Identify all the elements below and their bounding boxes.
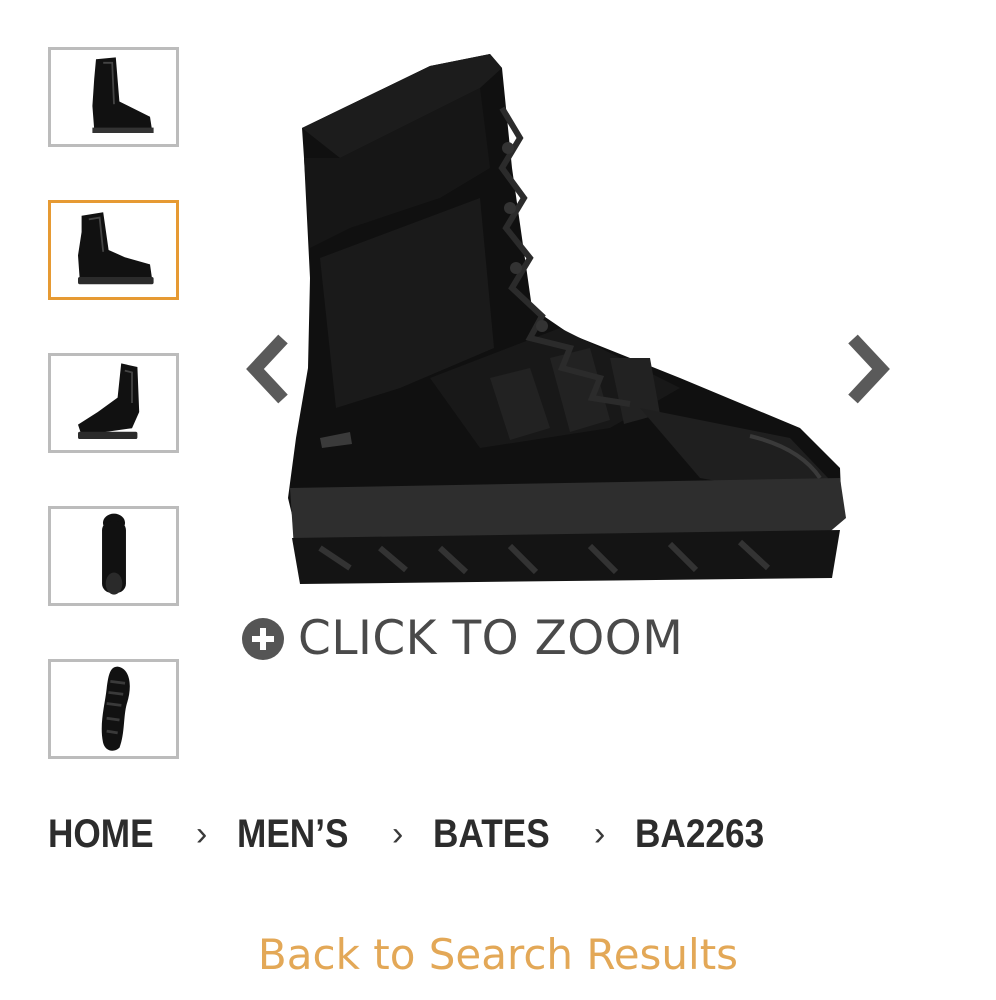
breadcrumb-bates[interactable]: BATES: [433, 812, 550, 857]
thumbnail-top-view[interactable]: [48, 506, 179, 606]
boot-sole-image: [101, 666, 130, 751]
thumbnail-angle-view[interactable]: [48, 200, 179, 300]
breadcrumb-separator-icon: ›: [593, 815, 606, 853]
chevron-left-icon: [246, 334, 288, 404]
previous-image-button[interactable]: [238, 332, 298, 406]
thumbnail-inner-view[interactable]: [48, 353, 179, 453]
thumbnail-side-view[interactable]: [48, 47, 179, 147]
boot-inner-image: [77, 363, 139, 439]
plus-circle-icon: [242, 617, 284, 660]
back-to-search-results-link[interactable]: Back to Search Results: [0, 930, 996, 979]
breadcrumb-mens[interactable]: MEN’S: [237, 812, 348, 857]
click-to-zoom-button[interactable]: CLICK TO ZOOM: [242, 615, 683, 662]
main-product-image: [288, 54, 846, 584]
breadcrumb-current-item: BA2263: [635, 812, 765, 856]
chevron-right-icon: [848, 334, 890, 404]
breadcrumb-separator-icon: ›: [392, 815, 404, 853]
boot-angle-image: [77, 212, 154, 285]
breadcrumb-home[interactable]: HOME: [48, 812, 154, 857]
boot-top-image: [101, 513, 126, 595]
thumbnail-sole-view[interactable]: [48, 659, 179, 759]
next-image-button[interactable]: [838, 332, 898, 406]
breadcrumb-separator-icon: ›: [196, 815, 208, 853]
zoom-label: CLICK TO ZOOM: [298, 611, 684, 666]
breadcrumb: HOME › MEN’S › BATES › BA2263: [48, 812, 782, 857]
boot-side-image: [91, 57, 154, 133]
